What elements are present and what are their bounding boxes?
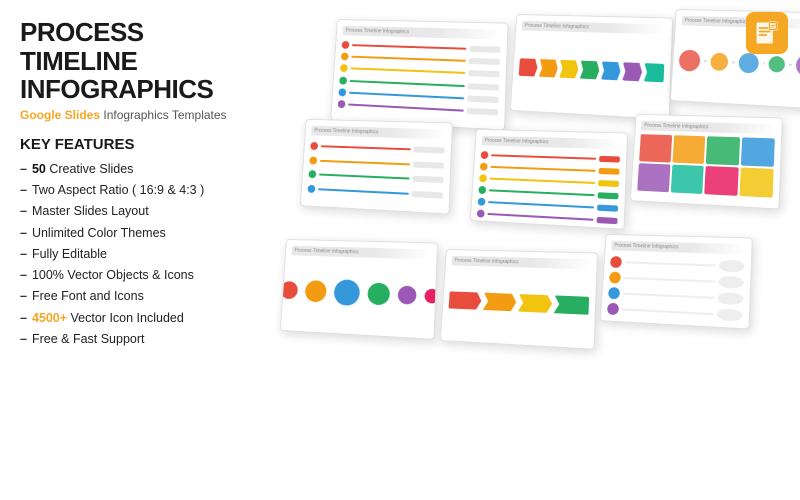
slide-title-9: Process Timeline Infographics — [611, 241, 745, 255]
list-text: 100% Vector Objects & Icons — [32, 267, 194, 283]
list-text: Free Font and Icons — [32, 288, 144, 304]
slide-title-6: Process Timeline Infographics — [641, 121, 775, 135]
slides-container: Process Timeline Infographics Process Ti… — [270, 0, 800, 500]
slide-card-7: Process Timeline Infographics — [280, 239, 438, 340]
list-item: – 50 Creative Slides — [20, 161, 250, 177]
right-panel: Process Timeline Infographics Process Ti… — [270, 0, 800, 500]
list-item: – Two Aspect Ratio ( 16:9 & 4:3 ) — [20, 182, 250, 198]
slide-card-8: Process Timeline Infographics — [440, 249, 598, 350]
list-item: – 4500+ Vector Icon Included — [20, 310, 250, 326]
list-dash: – — [20, 310, 27, 326]
list-text: 4500+ Vector Icon Included — [32, 310, 184, 326]
list-dash: – — [20, 182, 27, 198]
left-panel: PROCESS TIMELINE INFOGRAPHICS Google Sli… — [0, 0, 270, 500]
slide-title-1: Process Timeline Infographics — [342, 26, 501, 40]
list-dash: – — [20, 267, 27, 283]
list-item: – Free Font and Icons — [20, 288, 250, 304]
slide-card-1: Process Timeline Infographics — [330, 19, 509, 131]
key-features-title: KEY FEATURES — [20, 136, 250, 153]
list-dash: – — [20, 203, 27, 219]
list-item: – Free & Fast Support — [20, 331, 250, 347]
subtitle: Google Slides Infographics Templates — [20, 108, 250, 122]
list-dash: – — [20, 225, 27, 241]
list-dash: – — [20, 246, 27, 262]
slide-title-7: Process Timeline Infographics — [291, 246, 430, 260]
subtitle-text: Infographics Templates — [103, 108, 226, 122]
page-container: PROCESS TIMELINE INFOGRAPHICS Google Sli… — [0, 0, 800, 500]
list-text: Two Aspect Ratio ( 16:9 & 4:3 ) — [32, 182, 204, 198]
subtitle-highlight: Google Slides — [20, 108, 100, 122]
slide-card-4: Process Timeline Infographics — [300, 119, 453, 215]
main-title: PROCESS TIMELINE INFOGRAPHICS — [20, 18, 250, 104]
list-item: – Unlimited Color Themes — [20, 225, 250, 241]
list-dash: – — [20, 331, 27, 347]
slide-card-9: Process Timeline Infographics — [600, 234, 753, 330]
slide-card-2: Process Timeline Infographics — [510, 14, 673, 120]
list-text: Master Slides Layout — [32, 203, 149, 219]
list-text: Unlimited Color Themes — [32, 225, 166, 241]
google-slides-icon — [746, 12, 788, 54]
list-dash: – — [20, 288, 27, 304]
list-dash: – — [20, 161, 27, 177]
list-item: – 100% Vector Objects & Icons — [20, 267, 250, 283]
slide-card-6: Process Timeline Infographics — [630, 114, 783, 210]
slide-title-5: Process Timeline Infographics — [481, 136, 620, 150]
slide-title-2: Process Timeline Infographics — [522, 21, 666, 35]
list-text: Free & Fast Support — [32, 331, 145, 347]
list-text: Fully Editable — [32, 246, 107, 262]
list-item: – Master Slides Layout — [20, 203, 250, 219]
slide-title-4: Process Timeline Infographics — [311, 126, 445, 140]
list-item: – Fully Editable — [20, 246, 250, 262]
features-list: – 50 Creative Slides – Two Aspect Ratio … — [20, 161, 250, 347]
slide-title-8: Process Timeline Infographics — [451, 256, 590, 270]
slide-card-5: Process Timeline Infographics — [470, 129, 628, 230]
list-text: 50 Creative Slides — [32, 161, 133, 177]
